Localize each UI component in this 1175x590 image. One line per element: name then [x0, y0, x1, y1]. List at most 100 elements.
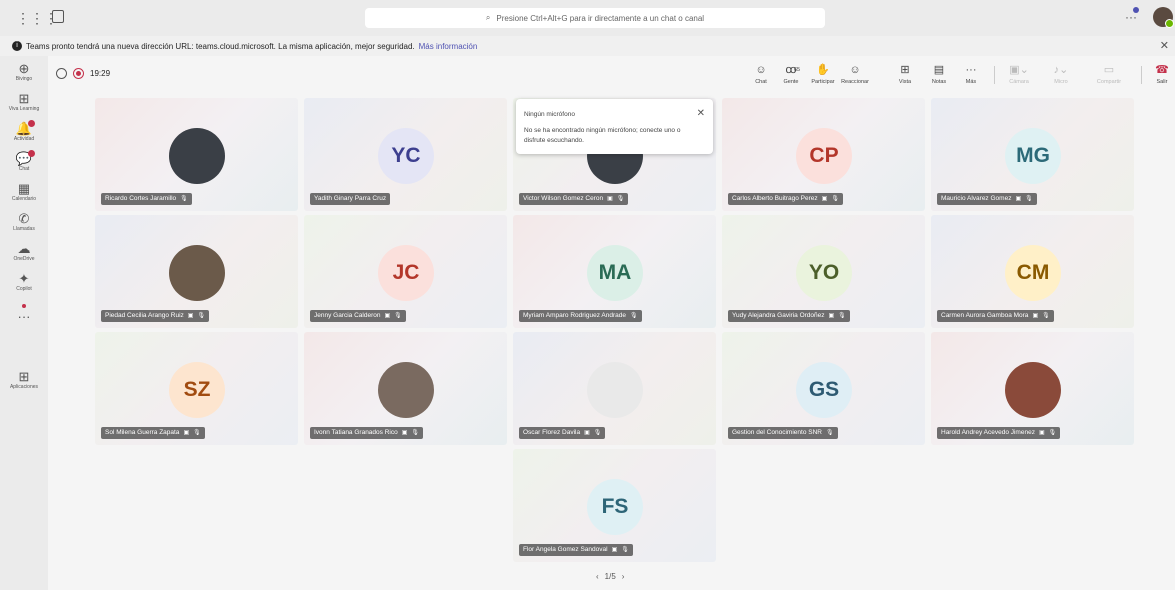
participant-tile[interactable]: FS Flor Angela Gomez Sandoval ▣ 🎙	[513, 449, 716, 562]
camera-label: Cámara	[1009, 79, 1029, 85]
notes-button[interactable]: ▤ Notas	[925, 63, 953, 85]
rail-item-calls[interactable]: ✆ Llamadas	[0, 212, 48, 233]
more-apps-icon: ···	[17, 309, 31, 324]
info-banner: i Teams pronto tendrá una nueva direcció…	[0, 36, 1175, 56]
camera-off-icon: ▣	[1032, 313, 1039, 319]
participant-tile[interactable]: MA Myriam Amparo Rodriguez Andrade 🎙	[513, 215, 716, 328]
rail-item-viva-learning[interactable]: ⊞ Viva Learning	[0, 91, 48, 113]
participant-name-tag: Carmen Aurora Gamboa Mora ▣ 🎙	[937, 310, 1054, 322]
camera-off-icon: ▣	[584, 430, 590, 436]
more-badge	[22, 304, 26, 308]
participant-name-tag: Piedad Cecilia Arango Ruiz ▣ 🎙	[101, 310, 210, 322]
mic-button[interactable]: ♪⌄ Micro	[1047, 63, 1075, 85]
participant-tile[interactable]: CM Carmen Aurora Gamboa Mora ▣ 🎙	[931, 215, 1134, 328]
toggle-sidebar-icon[interactable]	[52, 10, 64, 23]
hand-icon: ✋	[816, 64, 830, 76]
participant-name-tag: Yadith Ginary Parra Cruz	[310, 193, 391, 205]
mic-off-icon: ♪⌄	[1053, 64, 1069, 76]
leave-button[interactable]: ☎ Salir	[1153, 63, 1171, 85]
participant-name-tag: Sol Milena Guerra Zapata ▣ 🎙	[101, 427, 205, 439]
participant-name-tag: Oscar Florez Davila ▣ 🎙	[519, 427, 606, 439]
close-icon[interactable]: ✕	[1160, 39, 1169, 52]
mic-off-icon: 🎙	[394, 313, 402, 319]
rail-item-apps[interactable]: ⊞ Aplicaciones	[0, 370, 48, 391]
search-input[interactable]: ⌕ Presione Ctrl+Alt+G para ir directamen…	[365, 8, 825, 28]
participant-photo	[378, 362, 434, 418]
camera-off-icon: ▣	[821, 196, 828, 202]
chat-icon: 💬	[15, 151, 33, 166]
share-button[interactable]: ▭ Compartir	[1095, 63, 1123, 85]
search-placeholder: Presione Ctrl+Alt+G para ir directamente…	[496, 13, 705, 23]
participant-tile[interactable]: MG Mauricio Alvarez Gomez ▣ 🎙	[931, 98, 1134, 211]
raise-hand-button[interactable]: ✋ Participar	[809, 63, 837, 85]
camera-off-icon: ▣	[1038, 430, 1045, 436]
participant-tile[interactable]: Ivonn Tatiana Granados Rico ▣ 🎙	[304, 332, 507, 445]
participant-photo	[169, 245, 225, 301]
banner-link[interactable]: Más información	[419, 42, 478, 51]
participant-tile[interactable]: SZ Sol Milena Guerra Zapata ▣ 🎙	[95, 332, 298, 445]
participant-name-tag: Carlos Alberto Buitrago Perez ▣ 🎙	[728, 193, 843, 205]
rail-item-chat[interactable]: 💬 Chat	[0, 150, 48, 172]
presence-indicator	[1165, 19, 1174, 28]
participant-avatar: YC	[378, 128, 434, 184]
participant-avatar: MA	[587, 245, 643, 301]
next-page-button[interactable]: ›	[622, 572, 625, 581]
camera-button[interactable]: ▣⌄ Cámara	[1005, 63, 1033, 85]
participant-name: Ricardo Cortes Jaramillo	[105, 195, 177, 202]
notes-icon: ▤	[933, 64, 945, 76]
mic-off-icon: 🎙	[621, 547, 629, 553]
participant-name-tag: Myriam Amparo Rodriguez Andrade 🎙	[519, 310, 642, 322]
participant-name-tag: Harold Andrey Acevedo Jimenez ▣ 🎙	[937, 427, 1061, 439]
rail-item-more[interactable]: ···	[0, 304, 48, 324]
mic-off-icon: 🎙	[193, 430, 201, 436]
search-icon: ⌕	[485, 13, 491, 22]
rail-item-onedrive[interactable]: ☁ OneDrive	[0, 242, 48, 263]
info-icon: i	[12, 41, 22, 51]
notification-dot	[1133, 7, 1139, 13]
people-button[interactable]: ꝏ 65 Gente	[777, 63, 805, 85]
bivingo-icon: ⊕	[18, 61, 30, 76]
mic-off-icon: 🎙	[1025, 196, 1033, 202]
chat-button[interactable]: ☺ Chat	[747, 63, 775, 85]
participant-name: Carlos Alberto Buitrago Perez	[732, 195, 818, 202]
bell-icon: 🔔	[15, 121, 33, 136]
participant-tile[interactable]: Piedad Cecilia Arango Ruiz ▣ 🎙	[95, 215, 298, 328]
rail-item-calendar[interactable]: ▦ Calendario	[0, 182, 48, 203]
participant-tile[interactable]: YO Yudy Alejandra Gaviria Ordoñez ▣ 🎙	[722, 215, 925, 328]
camera-off-icon: ▣	[384, 313, 391, 319]
participant-tile[interactable]: Ricardo Cortes Jaramillo 🎙	[95, 98, 298, 211]
activity-badge	[28, 120, 35, 127]
hang-up-icon: ☎	[1155, 64, 1169, 76]
participant-name-tag: Victor Wilson Gomez Ceron ▣ 🎙	[519, 193, 629, 205]
rail-label: Calendario	[11, 196, 37, 202]
participant-tile[interactable]: GS Gestion del Conocimiento SNR 🎙	[722, 332, 925, 445]
participant-photo	[169, 128, 225, 184]
more-button[interactable]: ··· Más	[957, 63, 985, 85]
viva-learning-icon: ⊞	[18, 91, 30, 106]
participant-avatar: CP	[796, 128, 852, 184]
participant-tile[interactable]: Oscar Florez Davila ▣ 🎙	[513, 332, 716, 445]
mic-off-icon: 🎙	[411, 430, 420, 436]
rail-label: OneDrive	[13, 256, 35, 262]
participant-tile[interactable]: JC Jenny Garcia Calderon ▣ 🎙	[304, 215, 507, 328]
rail-label: Bivingo	[15, 76, 33, 82]
shield-icon	[56, 68, 67, 79]
rail-item-activity[interactable]: 🔔 Actividad	[0, 120, 48, 142]
participant-tile[interactable]: Harold Andrey Acevedo Jimenez ▣ 🎙	[931, 332, 1134, 445]
participant-tile[interactable]: YC Yadith Ginary Parra Cruz	[304, 98, 507, 211]
participant-name: Sol Milena Guerra Zapata	[105, 429, 180, 436]
rail-item-bivingo[interactable]: ⊕ Bivingo	[0, 61, 48, 83]
close-icon[interactable]: ✕	[697, 108, 705, 119]
camera-off-icon: ▣	[611, 547, 618, 553]
user-avatar[interactable]	[1153, 7, 1174, 28]
participant-tile[interactable]: CP Carlos Alberto Buitrago Perez ▣ 🎙	[722, 98, 925, 211]
prev-page-button[interactable]: ‹	[596, 572, 599, 581]
participant-name: Ivonn Tatiana Granados Rico	[314, 429, 398, 436]
participant-name: Harold Andrey Acevedo Jimenez	[941, 429, 1035, 436]
rail-item-copilot[interactable]: ✦ Copilot	[0, 272, 48, 293]
people-icon: ꝏ	[785, 64, 797, 76]
react-button[interactable]: ☺ Reaccionar	[841, 63, 869, 85]
view-button[interactable]: ⊞ Vista	[891, 63, 919, 85]
rail-label: Chat	[18, 166, 30, 172]
camera-off-icon: ▣	[401, 430, 408, 436]
